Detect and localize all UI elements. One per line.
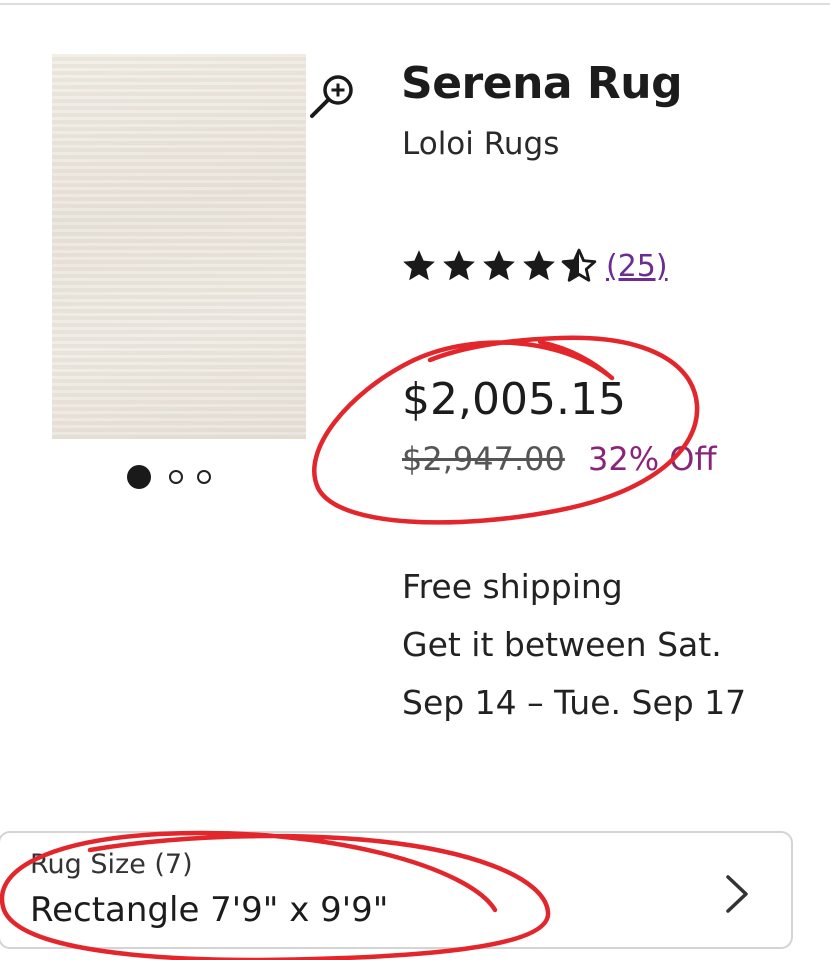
brand-link[interactable]: Loloi Rugs — [402, 126, 559, 162]
product-title: Serena Rug — [401, 58, 683, 109]
star-icon — [443, 250, 475, 281]
delivery-window-line1: Get it between Sat. — [402, 625, 722, 664]
star-icon — [403, 250, 435, 281]
price-circle-tail — [538, 340, 614, 380]
delivery-window-line2: Sep 14 – Tue. Sep 17 — [402, 683, 747, 722]
original-price: $2,947.00 — [402, 440, 565, 478]
top-divider — [0, 3, 830, 5]
half-star-icon — [561, 248, 597, 282]
size-selector-value: Rectangle 7'9" x 9'9" — [30, 890, 389, 930]
carousel-dot-3[interactable] — [197, 470, 211, 484]
chevron-right-icon — [726, 875, 748, 913]
image-carousel-dots — [127, 465, 225, 489]
review-count-link[interactable]: (25) — [606, 249, 668, 284]
star-icon — [483, 250, 515, 281]
discount-label: 32% Off — [588, 440, 717, 478]
shipping-info: Free shipping Get it between Sat. Sep 14… — [402, 558, 746, 732]
product-image[interactable] — [52, 54, 306, 439]
shipping-cost: Free shipping — [402, 567, 623, 606]
star-icon — [523, 250, 555, 281]
size-selector-label: Rug Size (7) — [30, 849, 193, 880]
carousel-dot-1[interactable] — [127, 465, 151, 489]
price-circle-annotation — [312, 335, 700, 525]
star-rating[interactable]: (25) — [400, 246, 668, 286]
sale-price: $2,005.15 — [402, 374, 626, 425]
rug-size-selector[interactable]: Rug Size (7) Rectangle 7'9" x 9'9" — [0, 831, 793, 949]
zoom-in-icon[interactable] — [307, 71, 355, 119]
carousel-dot-2[interactable] — [169, 470, 183, 484]
